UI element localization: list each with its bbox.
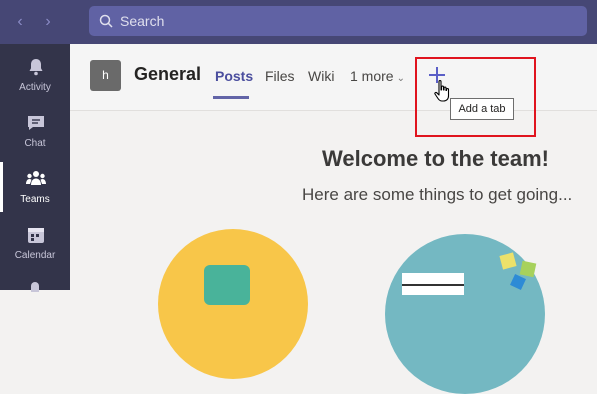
rail-item-teams[interactable]: Teams: [0, 160, 70, 214]
forward-arrow-icon[interactable]: ›: [38, 12, 58, 32]
active-tab-indicator: [213, 96, 249, 99]
rail-item-activity[interactable]: Activity: [0, 48, 70, 102]
add-tab-tooltip: Add a tab: [450, 98, 514, 120]
rail-item-label: Chat: [24, 138, 46, 149]
app-rail: Activity Chat Teams Calendar: [0, 44, 70, 292]
tab-wiki[interactable]: Wiki: [308, 68, 334, 84]
calendar-icon: [28, 228, 44, 243]
channel-title: General: [134, 64, 202, 84]
rail-item-more[interactable]: [31, 282, 39, 292]
document-line: [402, 284, 464, 286]
illustration-right: [385, 234, 545, 394]
search-input[interactable]: Search: [89, 6, 587, 36]
team-avatar: h: [90, 60, 121, 91]
bell-icon: [29, 59, 43, 76]
rail-item-label: Teams: [20, 194, 50, 205]
chevron-down-icon: ⌄: [396, 73, 405, 84]
rail-item-label: Calendar: [14, 250, 56, 261]
title-bar: ‹ › Search: [0, 0, 597, 44]
search-icon: [99, 14, 113, 28]
rail-item-label: Activity: [19, 82, 51, 93]
welcome-title: Welcome to the team!: [322, 146, 549, 171]
rail-item-calendar[interactable]: Calendar: [0, 216, 70, 270]
chat-icon: [28, 116, 44, 130]
tab-files[interactable]: Files: [265, 68, 295, 84]
teams-icon: [26, 171, 46, 185]
back-arrow-icon[interactable]: ‹: [10, 12, 30, 32]
tab-more-label: 1 more: [350, 68, 394, 84]
tab-more[interactable]: 1 more ⌄: [350, 68, 405, 84]
tab-posts[interactable]: Posts: [215, 68, 253, 84]
welcome-subtitle: Here are some things to get going...: [302, 185, 573, 204]
search-placeholder: Search: [120, 13, 165, 29]
illustration-left: [158, 229, 308, 379]
rail-item-chat[interactable]: Chat: [0, 104, 70, 158]
illustration-document: [402, 273, 464, 295]
sticky-note-green: [519, 260, 537, 278]
illustration-card: [204, 265, 250, 305]
